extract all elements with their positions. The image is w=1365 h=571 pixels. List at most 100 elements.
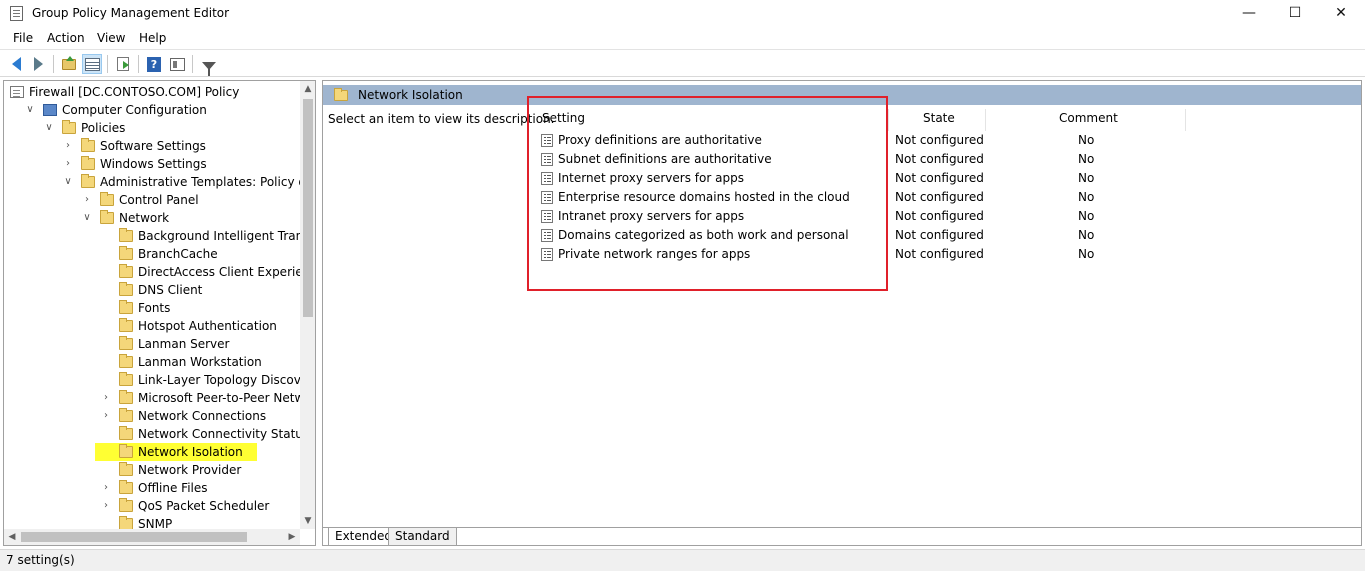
tree-item[interactable]: › QoS Packet Scheduler	[4, 497, 301, 515]
collapse-chevron-icon[interactable]: ∨	[82, 209, 92, 227]
expand-chevron-icon[interactable]: ›	[101, 407, 111, 425]
scroll-right-arrow-icon[interactable]: ▶	[284, 529, 300, 545]
details-header-title: Network Isolation	[358, 88, 463, 102]
setting-state: Not configured	[895, 171, 984, 185]
back-arrow-icon	[11, 57, 21, 71]
show-hide-console-tree-button[interactable]	[82, 54, 102, 74]
column-header-comment[interactable]: Comment	[1059, 111, 1118, 125]
menu-help[interactable]: Help	[139, 31, 166, 45]
tree-item[interactable]: Lanman Workstation	[4, 353, 301, 371]
tree-item[interactable]: DirectAccess Client Experience Se	[4, 263, 301, 281]
tree-vertical-scrollbar[interactable]: ▲ ▼	[300, 81, 315, 529]
tree-item[interactable]: ∨ Policies	[4, 119, 301, 137]
expand-chevron-icon[interactable]: ›	[101, 389, 111, 407]
tree-item[interactable]: Firewall [DC.CONTOSO.COM] Policy	[4, 83, 301, 101]
scroll-down-arrow-icon[interactable]: ▼	[300, 513, 315, 529]
expand-chevron-icon[interactable]: ›	[101, 479, 111, 497]
tree-item-label: Administrative Templates: Policy definit…	[100, 175, 301, 189]
collapse-chevron-icon[interactable]: ∨	[63, 173, 73, 191]
tree-item[interactable]: › Control Panel	[4, 191, 301, 209]
folder-icon	[119, 246, 133, 260]
export-list-button[interactable]	[113, 54, 133, 74]
minimize-button[interactable]: —	[1226, 0, 1272, 28]
collapse-chevron-icon[interactable]: ∨	[44, 119, 54, 137]
tree-item[interactable]: › Network Connections	[4, 407, 301, 425]
toolbar: ?	[0, 49, 1365, 77]
tree-item[interactable]: BranchCache	[4, 245, 301, 263]
toolbar-separator	[107, 55, 108, 73]
folder-icon	[119, 426, 133, 440]
tree-item-label: Lanman Server	[138, 337, 230, 351]
column-separator[interactable]	[888, 109, 889, 131]
tree-item[interactable]: › Microsoft Peer-to-Peer Networkir	[4, 389, 301, 407]
tree-item[interactable]: › Offline Files	[4, 479, 301, 497]
folder-icon	[119, 264, 133, 278]
tree-item[interactable]: › Windows Settings	[4, 155, 301, 173]
maximize-button[interactable]: ☐	[1272, 0, 1318, 28]
description-text: Select an item to view its description.	[328, 112, 555, 126]
menu-view[interactable]: View	[97, 31, 125, 45]
expand-chevron-icon[interactable]: ›	[82, 191, 92, 209]
back-button[interactable]	[6, 54, 26, 74]
setting-comment: No	[1078, 171, 1095, 185]
tree-item[interactable]: ∨ Network	[4, 209, 301, 227]
tree-item-label: Link-Layer Topology Discovery	[138, 373, 301, 387]
tree-item-label: Fonts	[138, 301, 171, 315]
properties-button[interactable]	[167, 54, 187, 74]
tree-item[interactable]: Network Provider	[4, 461, 301, 479]
scroll-up-arrow-icon[interactable]: ▲	[300, 81, 315, 97]
folder-icon	[81, 174, 95, 188]
setting-comment: No	[1078, 152, 1095, 166]
setting-state: Not configured	[895, 209, 984, 223]
help-button[interactable]: ?	[144, 54, 164, 74]
tree-item[interactable]: Hotspot Authentication	[4, 317, 301, 335]
forward-button[interactable]	[28, 54, 48, 74]
setting-comment: No	[1078, 209, 1095, 223]
tree-item[interactable]: Background Intelligent Transfer S	[4, 227, 301, 245]
close-button[interactable]: ✕	[1318, 0, 1364, 28]
column-separator[interactable]	[985, 109, 986, 131]
help-icon: ?	[147, 56, 161, 72]
menu-action[interactable]: Action	[47, 31, 85, 45]
tree-item-label: DirectAccess Client Experience Se	[138, 265, 301, 279]
toolbar-separator	[53, 55, 54, 73]
expand-chevron-icon[interactable]: ›	[101, 497, 111, 515]
folder-icon	[119, 462, 133, 476]
expand-chevron-icon[interactable]: ›	[63, 155, 73, 173]
scroll-left-arrow-icon[interactable]: ◀	[4, 529, 20, 545]
column-header-state[interactable]: State	[923, 111, 955, 125]
tree-item[interactable]: ∨ Computer Configuration	[4, 101, 301, 119]
title-bar: Group Policy Management Editor — ☐ ✕	[0, 0, 1365, 28]
tree-item[interactable]: DNS Client	[4, 281, 301, 299]
expand-chevron-icon[interactable]: ›	[63, 137, 73, 155]
setting-comment: No	[1078, 190, 1095, 204]
console-tree-icon	[84, 57, 100, 71]
tree-item[interactable]: Network Connectivity Status Indi	[4, 425, 301, 443]
menu-file[interactable]: File	[13, 31, 33, 45]
folder-up-icon	[62, 55, 76, 70]
tab-standard[interactable]: Standard	[388, 528, 457, 545]
tree-item[interactable]: Network Isolation	[4, 443, 301, 461]
tree-item-label: Network Connectivity Status Indi	[138, 427, 301, 441]
tree-item-label: Firewall [DC.CONTOSO.COM] Policy	[29, 85, 240, 99]
column-separator[interactable]	[1185, 109, 1186, 131]
tree-item-label: DNS Client	[138, 283, 203, 297]
tree-item[interactable]: › Software Settings	[4, 137, 301, 155]
filter-button[interactable]	[199, 54, 219, 76]
console-tree: Firewall [DC.CONTOSO.COM] Policy ∨ Compute…	[3, 80, 316, 546]
up-one-level-button[interactable]	[59, 54, 79, 74]
tree-item[interactable]: ∨ Administrative Templates: Policy defini…	[4, 173, 301, 191]
scroll-thumb[interactable]	[21, 532, 247, 542]
scroll-thumb[interactable]	[303, 99, 313, 317]
folder-icon	[119, 228, 133, 242]
tree-item[interactable]: Link-Layer Topology Discovery	[4, 371, 301, 389]
tree-item[interactable]: Lanman Server	[4, 335, 301, 353]
policy-document-icon	[10, 86, 24, 98]
setting-comment: No	[1078, 228, 1095, 242]
tree-item[interactable]: Fonts	[4, 299, 301, 317]
tree-item-label: Hotspot Authentication	[138, 319, 277, 333]
tree-horizontal-scrollbar[interactable]: ◀ ▶	[4, 529, 300, 545]
folder-icon	[119, 336, 133, 350]
status-text: 7 setting(s)	[6, 553, 75, 567]
collapse-chevron-icon[interactable]: ∨	[25, 101, 35, 119]
